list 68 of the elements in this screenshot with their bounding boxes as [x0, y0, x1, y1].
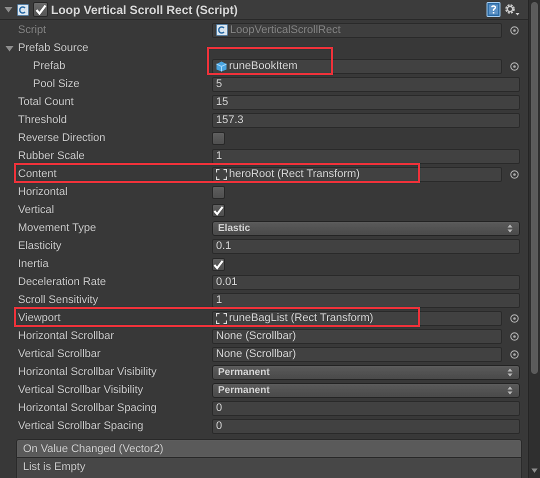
object-field[interactable]: None (Scrollbar): [212, 346, 502, 362]
object-picker-icon[interactable]: [510, 26, 519, 34]
dropdown[interactable]: Permanent: [212, 364, 520, 380]
object-field[interactable]: runeBagList (Rect Transform): [212, 310, 502, 326]
component-title: Loop Vertical Scroll Rect (Script): [51, 2, 239, 16]
property-label: Reverse Direction: [18, 132, 106, 144]
number-field[interactable]: 0.01: [212, 274, 520, 290]
script-icon: [17, 4, 29, 16]
object-picker-icon[interactable]: [510, 170, 519, 178]
number-field[interactable]: 157.3: [212, 112, 520, 128]
number-field[interactable]: 0: [212, 418, 520, 434]
checkmark-icon: [34, 4, 46, 15]
property-label: Script: [18, 24, 46, 36]
corners-icon: [216, 312, 227, 324]
cube-icon: [216, 60, 227, 72]
checkbox[interactable]: [212, 258, 225, 270]
number-field[interactable]: 0.1: [212, 238, 520, 254]
property-label: Horizontal Scrollbar: [18, 330, 114, 342]
event-header: On Value Changed (Vector2): [16, 439, 522, 458]
object-field[interactable]: heroRoot (Rect Transform): [212, 166, 502, 182]
property-label: Horizontal Scrollbar Spacing: [18, 402, 157, 414]
property-label: Vertical Scrollbar Spacing: [18, 420, 144, 432]
up-down-arrows-icon: [507, 368, 513, 376]
property-label: Vertical Scrollbar: [18, 348, 101, 360]
property-label: Total Count: [18, 96, 74, 108]
checkbox[interactable]: [212, 204, 225, 216]
property-label: Horizontal Scrollbar Visibility: [18, 366, 157, 378]
object-field[interactable]: None (Scrollbar): [212, 328, 502, 344]
property-label: Vertical: [18, 204, 54, 216]
property-label: Scroll Sensitivity: [18, 294, 98, 306]
object-picker-icon[interactable]: [510, 62, 519, 70]
checkmark-icon: [213, 204, 224, 216]
corners-icon: [216, 168, 227, 180]
property-label: Deceleration Rate: [18, 276, 106, 288]
dropdown[interactable]: Elastic: [212, 220, 520, 236]
empty-list-text: List is Empty: [23, 461, 86, 473]
up-down-arrows-icon: [507, 224, 513, 232]
property-label: Elasticity: [18, 240, 62, 252]
property-label: Viewport: [18, 312, 61, 324]
property-label: Pool Size: [33, 78, 80, 90]
number-field[interactable]: 15: [212, 94, 520, 110]
number-field[interactable]: 1: [212, 148, 520, 164]
scroll-down-arrow-icon: [531, 466, 538, 475]
property-label: Threshold: [18, 114, 67, 126]
checkbox[interactable]: [212, 186, 225, 198]
object-field[interactable]: runeBookItem: [212, 58, 502, 74]
property-label: Rubber Scale: [18, 150, 85, 162]
foldout-arrow-icon[interactable]: [5, 44, 14, 52]
property-label: Movement Type: [18, 222, 96, 234]
property-label: Horizontal: [18, 186, 68, 198]
checkbox[interactable]: [212, 132, 225, 144]
scrollbar[interactable]: [528, 0, 540, 478]
checkmark-icon: [213, 258, 224, 270]
property-label: Inertia: [18, 258, 49, 270]
property-label: Content: [18, 168, 57, 180]
up-down-arrows-icon: [507, 386, 513, 394]
settings-icon[interactable]: [504, 2, 520, 16]
number-field[interactable]: 0: [212, 400, 520, 416]
property-label: Vertical Scrollbar Visibility: [18, 384, 144, 396]
script-icon: [216, 24, 228, 36]
number-field[interactable]: 1: [212, 292, 520, 308]
property-label: Prefab: [33, 60, 66, 72]
number-field[interactable]: 5: [212, 76, 520, 92]
foldout-arrow-icon[interactable]: [4, 5, 13, 14]
foldout-label: Prefab Source: [18, 42, 88, 54]
enable-checkbox[interactable]: [33, 2, 48, 17]
dropdown[interactable]: Permanent: [212, 382, 520, 398]
help-book-icon[interactable]: [486, 2, 501, 17]
